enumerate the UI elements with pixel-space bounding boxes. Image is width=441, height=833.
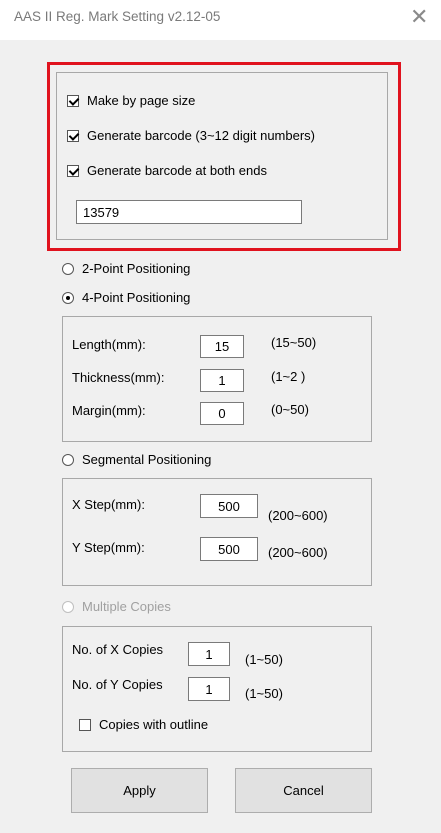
x-step-input[interactable] — [200, 494, 258, 518]
barcode-number-input[interactable] — [76, 200, 302, 224]
apply-button[interactable]: Apply — [71, 768, 208, 813]
two-point-label: 2-Point Positioning — [82, 261, 191, 276]
margin-label: Margin(mm): — [72, 403, 146, 418]
barcode-both-ends-checkbox[interactable] — [67, 165, 79, 177]
y-copies-range: (1~50) — [245, 686, 283, 701]
thickness-label: Thickness(mm): — [72, 370, 165, 385]
multiple-copies-radio[interactable] — [62, 601, 74, 613]
window-title: AAS II Reg. Mark Setting v2.12-05 — [14, 9, 221, 24]
copies-outline-label: Copies with outline — [99, 717, 209, 732]
margin-range: (0~50) — [271, 402, 309, 417]
x-copies-label: No. of X Copies — [72, 642, 164, 657]
close-icon[interactable]: ✕ — [410, 4, 428, 30]
segmental-radio[interactable] — [62, 454, 74, 466]
thickness-range: (1~2 ) — [271, 369, 306, 384]
copies-outline-checkbox[interactable] — [79, 719, 91, 731]
y-copies-label: No. of Y Copies — [72, 677, 163, 692]
x-copies-input[interactable] — [188, 642, 230, 666]
make-by-page-size-checkbox[interactable] — [67, 95, 79, 107]
make-by-page-size-label: Make by page size — [87, 93, 196, 108]
length-input[interactable] — [200, 335, 244, 358]
four-point-radio[interactable] — [62, 292, 74, 304]
length-label: Length(mm): — [72, 337, 146, 352]
multiple-copies-label: Multiple Copies — [82, 599, 171, 614]
two-point-radio[interactable] — [62, 263, 74, 275]
y-copies-input[interactable] — [188, 677, 230, 701]
cancel-button[interactable]: Cancel — [235, 768, 372, 813]
segmental-label: Segmental Positioning — [82, 452, 212, 467]
y-step-range: (200~600) — [268, 545, 328, 560]
generate-barcode-label: Generate barcode (3~12 digit numbers) — [87, 128, 315, 143]
y-step-label: Y Step(mm): — [72, 540, 145, 555]
generate-barcode-checkbox[interactable] — [67, 130, 79, 142]
y-step-input[interactable] — [200, 537, 258, 561]
length-range: (15~50) — [271, 335, 317, 350]
x-copies-range: (1~50) — [245, 652, 283, 667]
four-point-label: 4-Point Positioning — [82, 290, 191, 305]
barcode-both-ends-label: Generate barcode at both ends — [87, 163, 267, 178]
x-step-range: (200~600) — [268, 508, 328, 523]
margin-input[interactable] — [200, 402, 244, 425]
x-step-label: X Step(mm): — [72, 497, 145, 512]
thickness-input[interactable] — [200, 369, 244, 392]
title-bar: AAS II Reg. Mark Setting v2.12-05 ✕ — [0, 0, 441, 40]
